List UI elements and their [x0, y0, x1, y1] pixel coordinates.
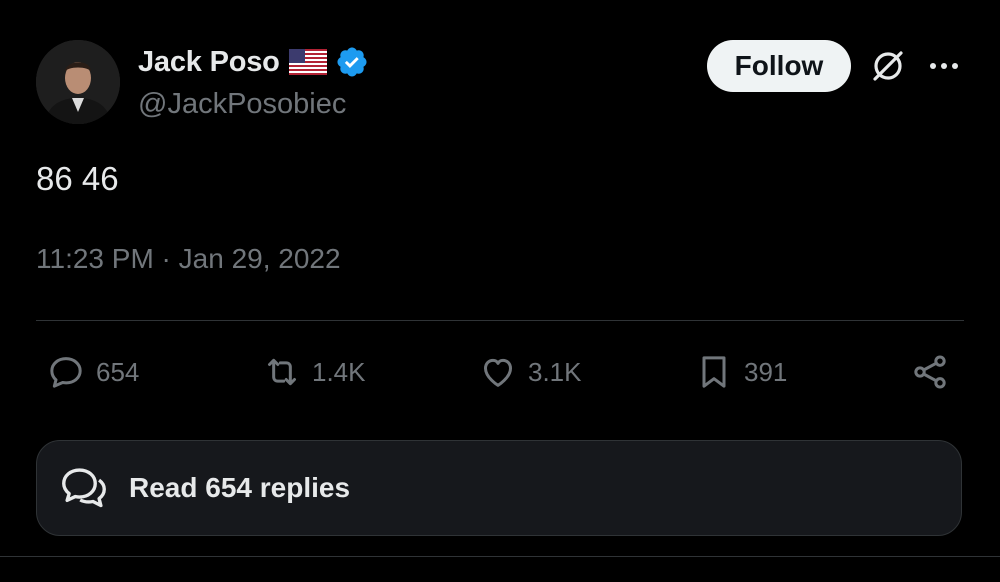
- like-button[interactable]: 3.1K: [478, 346, 582, 398]
- retweet-button[interactable]: 1.4K: [262, 346, 366, 398]
- retweet-count: 1.4K: [312, 356, 366, 387]
- share-icon: [914, 355, 946, 389]
- conversation-icon: [62, 468, 106, 508]
- bookmark-count: 391: [744, 356, 788, 387]
- avatar[interactable]: [36, 40, 120, 124]
- us-flag-icon: [288, 49, 327, 75]
- author-name-row: Jack Poso: [138, 42, 369, 82]
- reply-count: 654: [96, 356, 140, 387]
- heart-icon: [484, 358, 512, 387]
- like-count: 3.1K: [528, 356, 582, 387]
- tweet-text: 86 46: [36, 160, 119, 197]
- tweet-timestamp[interactable]: 11:23 PM · Jan 29, 2022: [36, 243, 341, 275]
- avatar-image: [36, 40, 120, 124]
- more-icon[interactable]: [926, 52, 962, 80]
- author-name[interactable]: Jack Poso: [138, 46, 280, 79]
- grok-icon[interactable]: [868, 46, 908, 86]
- bookmark-icon: [702, 356, 726, 388]
- bottom-divider: [0, 556, 1000, 557]
- engagement-bar: 654 1.4K 3.1K 391: [36, 346, 964, 398]
- retweet-icon: [268, 358, 296, 386]
- reply-icon: [50, 357, 82, 388]
- divider: [36, 320, 964, 321]
- verified-badge-icon[interactable]: [335, 45, 369, 79]
- follow-button[interactable]: Follow: [707, 40, 851, 92]
- share-button[interactable]: [910, 346, 950, 398]
- read-replies-button[interactable]: Read 654 replies: [36, 440, 962, 536]
- reply-button[interactable]: 654: [46, 346, 139, 398]
- author-handle[interactable]: @JackPosobiec: [138, 88, 346, 121]
- read-replies-label: Read 654 replies: [129, 472, 351, 503]
- bookmark-button[interactable]: 391: [694, 346, 787, 398]
